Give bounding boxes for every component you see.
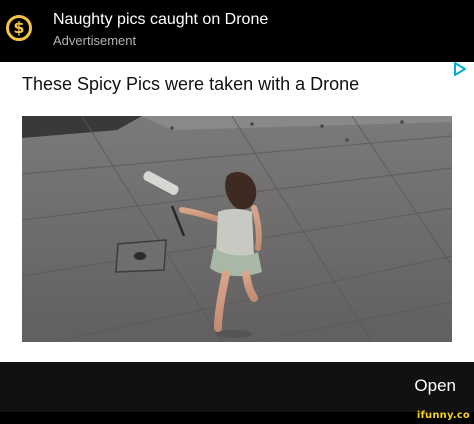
ad-cta-bar[interactable]: Open xyxy=(0,362,474,412)
open-button[interactable]: Open xyxy=(414,376,456,396)
ad-headline[interactable]: These Spicy Pics were taken with a Drone xyxy=(22,74,359,95)
ad-frame: $ Naughty pics caught on Drone Advertise… xyxy=(0,0,474,424)
ad-image[interactable] xyxy=(22,116,452,342)
ad-header[interactable]: $ Naughty pics caught on Drone Advertise… xyxy=(0,0,474,62)
ad-label: Advertisement xyxy=(53,33,137,48)
ad-card[interactable]: These Spicy Pics were taken with a Drone xyxy=(0,62,474,362)
adchoices-icon[interactable] xyxy=(452,62,468,76)
footer-strip: ifunny.co xyxy=(0,410,474,424)
ifunny-watermark: ifunny.co xyxy=(416,410,470,421)
dollar-coin-icon: $ xyxy=(6,15,32,41)
ad-title[interactable]: Naughty pics caught on Drone xyxy=(53,11,268,29)
